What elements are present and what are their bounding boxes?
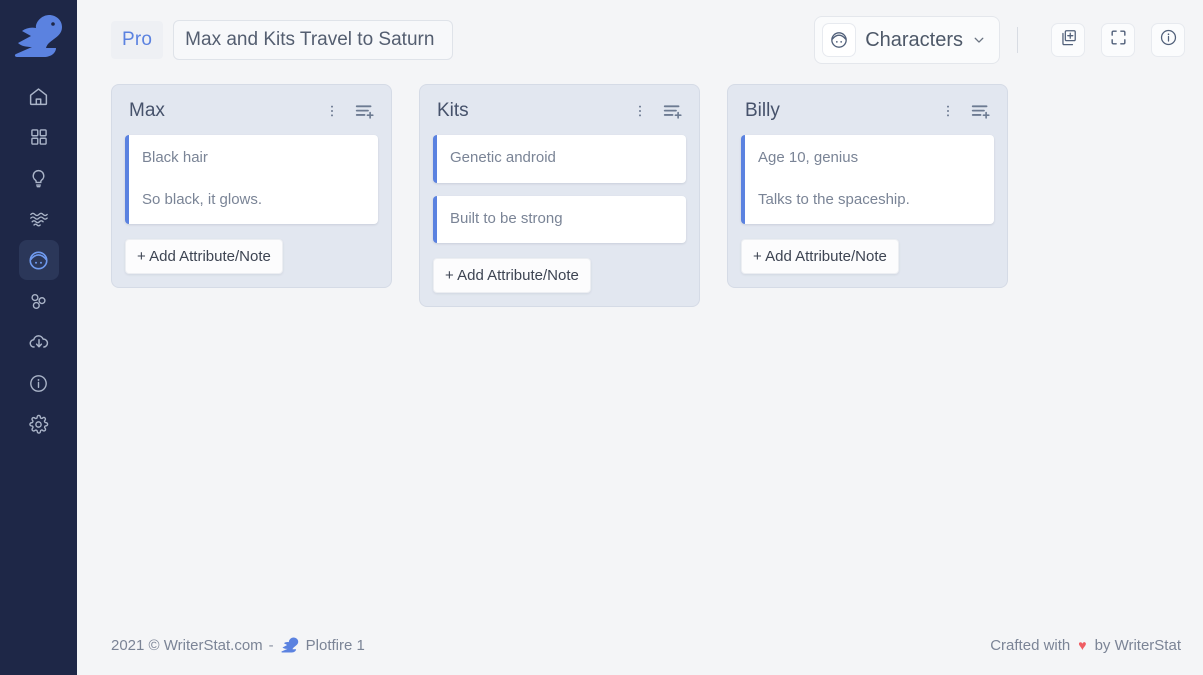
nodes-icon (28, 291, 49, 312)
sidebar (0, 0, 77, 675)
sidebar-item-ideas[interactable] (19, 158, 59, 198)
info-circle-icon (28, 373, 49, 394)
board-column: Billy Age 10, genius Talks to the spacesh… (727, 84, 1008, 288)
topbar-actions: Characters (814, 16, 1185, 64)
lightbulb-icon (28, 168, 49, 189)
note-line: Age 10, genius (758, 148, 980, 169)
crafted-suffix: by WriterStat (1095, 637, 1181, 654)
footer-product-name: Plotfire 1 (306, 637, 365, 654)
column-title: Max (129, 100, 165, 122)
sidebar-item-settings[interactable] (19, 404, 59, 444)
dots-vertical-icon[interactable] (324, 103, 340, 119)
cloud-download-icon (28, 331, 50, 353)
add-attribute-note-button[interactable]: + Add Attribute/Note (433, 258, 591, 293)
footer-separator: - (269, 637, 274, 654)
dots-vertical-icon[interactable] (940, 103, 956, 119)
note-line: Talks to the spaceship. (758, 190, 980, 211)
board-column: Max Black hair So black, it glows. + Add A… (111, 84, 392, 288)
fullscreen-button[interactable] (1101, 23, 1135, 57)
character-board: Max Black hair So black, it glows. + Add A… (77, 80, 1203, 615)
dots-vertical-icon[interactable] (632, 103, 648, 119)
board-column: Kits Genetic android Built to be strong + … (419, 84, 700, 307)
sidebar-item-export[interactable] (19, 322, 59, 362)
fullscreen-icon (1109, 28, 1128, 52)
column-title: Kits (437, 100, 469, 122)
column-header: Kits (433, 97, 686, 122)
column-actions (940, 102, 991, 121)
note-line: Genetic android (450, 148, 672, 169)
attribute-note-card[interactable]: Genetic android (433, 135, 686, 183)
attribute-note-card[interactable]: Built to be strong (433, 196, 686, 244)
note-line: Black hair (142, 148, 364, 169)
list-plus-icon[interactable] (354, 102, 375, 121)
list-plus-icon[interactable] (662, 102, 683, 121)
chevron-down-icon (972, 33, 986, 47)
attribute-note-card[interactable]: Black hair So black, it glows. (125, 135, 378, 224)
add-attribute-note-button[interactable]: + Add Attribute/Note (125, 239, 283, 274)
footer-credits: 2021 © WriterStat.com - Plotfire 1 (111, 636, 365, 654)
sidebar-item-dashboard[interactable] (19, 117, 59, 157)
topbar: Pro Characters (77, 0, 1203, 80)
info-button[interactable] (1151, 23, 1185, 57)
sidebar-item-about[interactable] (19, 363, 59, 403)
app-root: Pro Characters (0, 0, 1203, 675)
footer-crafted: Crafted with ♥ by WriterStat (990, 637, 1181, 654)
view-selector-dropdown[interactable]: Characters (814, 16, 1000, 64)
column-header: Max (125, 97, 378, 122)
view-selector-label: Characters (865, 29, 963, 52)
footer: 2021 © WriterStat.com - Plotfire 1 Craft… (77, 615, 1203, 675)
sidebar-item-relations[interactable] (19, 281, 59, 321)
pro-badge[interactable]: Pro (111, 21, 163, 59)
plotfire-dragon-logo[interactable] (8, 8, 70, 64)
add-attribute-note-button[interactable]: + Add Attribute/Note (741, 239, 899, 274)
main-area: Pro Characters (77, 0, 1203, 675)
grid-icon (29, 127, 49, 147)
sidebar-item-home[interactable] (19, 76, 59, 116)
note-line: Built to be strong (450, 209, 672, 230)
note-line: So black, it glows. (142, 190, 364, 211)
toolbar-divider (1017, 27, 1018, 53)
character-face-icon (27, 249, 50, 272)
sidebar-nav (0, 76, 77, 445)
plotfire-dragon-logo (280, 636, 300, 654)
column-actions (632, 102, 683, 121)
story-title-input[interactable] (173, 20, 453, 60)
column-header: Billy (741, 97, 994, 122)
duplicate-card-button[interactable] (1051, 23, 1085, 57)
character-face-icon (822, 23, 856, 57)
crafted-prefix: Crafted with (990, 637, 1070, 654)
heart-icon: ♥ (1078, 638, 1086, 652)
sidebar-item-plot[interactable] (19, 199, 59, 239)
list-plus-icon[interactable] (970, 102, 991, 121)
footer-copyright: 2021 © WriterStat.com (111, 637, 263, 654)
copy-plus-icon (1059, 28, 1078, 52)
attribute-note-card[interactable]: Age 10, genius Talks to the spaceship. (741, 135, 994, 224)
info-circle-icon (1159, 28, 1178, 52)
column-title: Billy (745, 100, 780, 122)
gear-icon (28, 414, 49, 435)
sidebar-item-characters[interactable] (19, 240, 59, 280)
home-icon (28, 86, 49, 107)
column-actions (324, 102, 375, 121)
waves-icon (28, 209, 50, 229)
